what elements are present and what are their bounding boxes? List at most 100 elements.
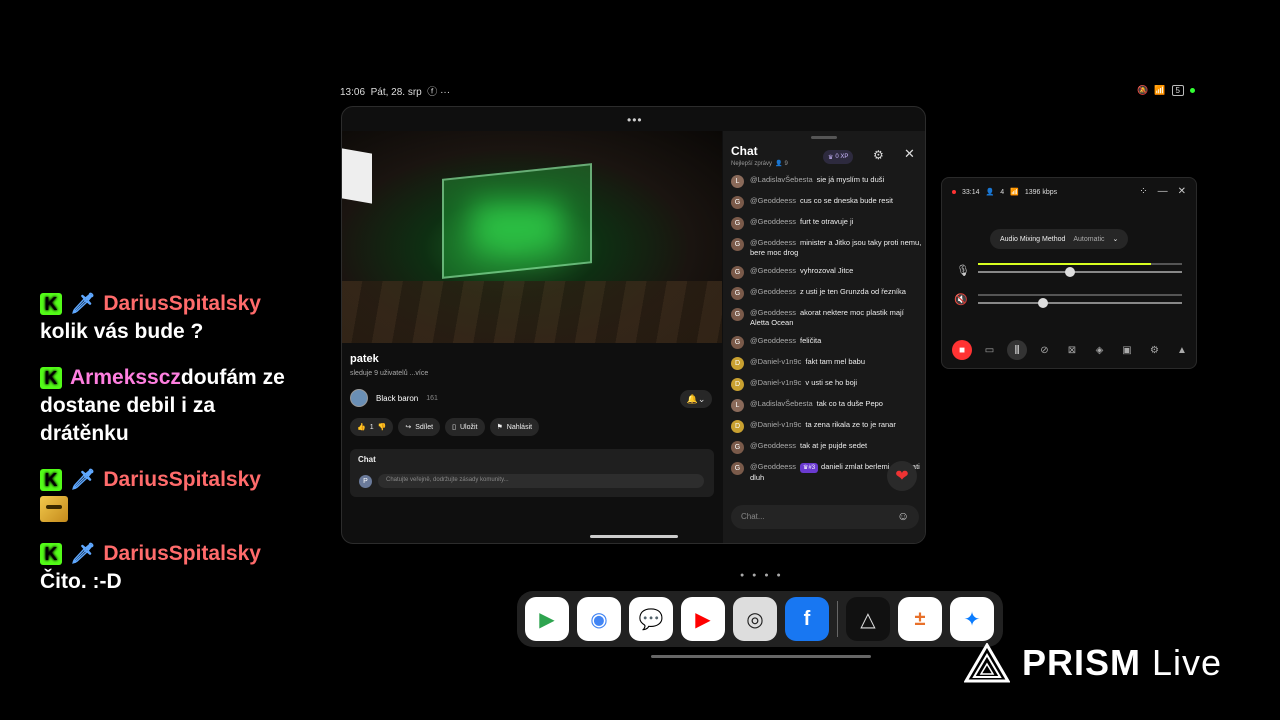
chat-author[interactable]: @Geoddeess xyxy=(750,336,796,345)
chat-author[interactable]: @LadislavŠebesta xyxy=(750,399,813,408)
chat-author[interactable]: @Geoddeess xyxy=(750,266,796,275)
mini-chat-input[interactable]: Chatujte veřejně, dodržujte zásady komun… xyxy=(378,474,704,488)
prism-stats: 33:14 👤 4 📶 1396 kbps xyxy=(952,188,1057,196)
chrome-icon[interactable]: ◉ xyxy=(577,597,621,641)
speaker-volume-knob[interactable] xyxy=(1038,298,1049,308)
window-home-bar[interactable] xyxy=(590,535,678,538)
thumb-down-icon[interactable]: 👎 xyxy=(378,423,387,431)
chat-message[interactable]: G @Geoddeess vyhrozoval Jitce xyxy=(731,266,923,279)
chat-author[interactable]: @Geoddeess xyxy=(750,217,796,226)
chat-message[interactable]: D @Daniel-v1n9c v usti se ho boji xyxy=(731,378,923,391)
chat-text: tak co ta duše Pepo xyxy=(816,399,883,408)
screen-icon[interactable]: ▣ xyxy=(1117,340,1137,360)
settings-icon[interactable]: ⚙ xyxy=(1145,340,1165,360)
chat-message[interactable]: D @Daniel-v1n9c ta zena rikala ze to je ra… xyxy=(731,420,923,433)
chat-avatar[interactable]: G xyxy=(731,287,744,300)
window-handle-icon[interactable]: ••• xyxy=(627,113,643,127)
chat-avatar[interactable]: L xyxy=(731,175,744,188)
minimize-icon[interactable]: — xyxy=(1158,186,1168,197)
chat-avatar[interactable]: G xyxy=(731,462,744,475)
audio-mixer-icon[interactable]: ⫼ xyxy=(1007,340,1027,360)
overlay-chat-username: DariusSpitalsky xyxy=(103,542,261,565)
emoji-icon[interactable]: ☺ xyxy=(897,509,909,523)
chat-message[interactable]: G @Geoddeess akorat nektere moc plastik ma… xyxy=(731,308,923,328)
chat-author[interactable]: @Daniel-v1n9c xyxy=(750,378,801,387)
chat-author[interactable]: @Daniel-v1n9c xyxy=(750,420,801,429)
chat-message[interactable]: L @LadislavŠebesta tak co ta duše Pepo xyxy=(731,399,923,412)
chat-text: v usti se ho boji xyxy=(805,378,858,387)
chat-author[interactable]: @Geoddeess xyxy=(750,196,796,205)
mic-volume-slider[interactable] xyxy=(978,267,1182,277)
video-views[interactable]: sleduje 9 uživatelů ...více xyxy=(350,370,428,377)
mic-icon[interactable]: 🎙 xyxy=(956,264,970,277)
chat-author[interactable]: @LadislavŠebesta xyxy=(750,175,813,184)
chat-author[interactable]: @Daniel-v1n9c xyxy=(750,357,801,366)
video-more-link[interactable]: ...více xyxy=(410,370,429,377)
speaker-muted-icon[interactable]: 🔇 xyxy=(954,293,968,306)
chat-message[interactable]: G @Geoddeess feličita xyxy=(731,336,923,349)
xp-badge[interactable]: ♛ 0 XP xyxy=(823,150,854,164)
action-bar: 👍 1 👎 ↪ Sdílet ▯ Uložit ⚑ Nahlásit xyxy=(350,418,540,436)
like-button[interactable]: 👍 1 👎 xyxy=(350,418,394,436)
prism-app-icon[interactable]: ▲ xyxy=(1172,340,1192,360)
chat-author[interactable]: @Geoddeess xyxy=(750,462,796,471)
close-icon[interactable]: ✕ xyxy=(904,146,915,162)
speaker-volume-slider[interactable] xyxy=(978,298,1182,308)
chat-author[interactable]: @Geoddeess xyxy=(750,287,796,296)
chat-avatar[interactable]: G xyxy=(731,308,744,321)
mic-volume-knob[interactable] xyxy=(1064,267,1075,277)
chat-author[interactable]: @Geoddeess xyxy=(750,238,796,247)
chat-author[interactable]: @Geoddeess xyxy=(750,308,796,317)
chat-grab-handle[interactable] xyxy=(811,136,837,139)
filter-icon[interactable]: ◈ xyxy=(1090,340,1110,360)
save-button[interactable]: ▯ Uložit xyxy=(445,418,485,436)
channel-name[interactable]: Black baron xyxy=(376,394,418,403)
chat-message[interactable]: L @LadislavŠebesta sie já myslím tu duši xyxy=(731,175,923,188)
channel-avatar[interactable] xyxy=(350,389,368,407)
heart-reaction-button[interactable]: ❤ xyxy=(887,461,917,491)
chat-avatar[interactable]: G xyxy=(731,196,744,209)
chat-message[interactable]: G @Geoddeess z usti je ten Grunzda od řezn… xyxy=(731,287,923,300)
chat-avatar[interactable]: G xyxy=(731,441,744,454)
messenger-icon[interactable]: ✦ xyxy=(950,597,994,641)
prism-icon[interactable]: △ xyxy=(846,597,890,641)
chat-avatar[interactable]: G xyxy=(731,217,744,230)
chat-avatar[interactable]: D xyxy=(731,357,744,370)
grid-icon[interactable]: ⁘ xyxy=(1139,186,1147,197)
share-button[interactable]: ↪ Sdílet xyxy=(398,418,441,436)
video-player[interactable] xyxy=(342,131,722,343)
audio-mixing-dropdown[interactable]: Audio Mixing Method Automatic ⌄ xyxy=(990,229,1129,249)
channel-row[interactable]: Black baron 161 xyxy=(350,389,438,407)
chat-message[interactable]: G @Geoddeess furt te otravuje ji xyxy=(731,217,923,230)
facebook-icon[interactable]: f xyxy=(785,597,829,641)
youtube-icon[interactable]: ▶ xyxy=(681,597,725,641)
camera-off-icon[interactable]: ⊘ xyxy=(1035,340,1055,360)
chat-author[interactable]: @Geoddeess xyxy=(750,441,796,450)
mini-chat-card[interactable]: Chat P Chatujte veřejně, dodržujte zásad… xyxy=(350,449,714,497)
video-off-icon[interactable]: ⊠ xyxy=(1062,340,1082,360)
chat-avatar[interactable]: D xyxy=(731,420,744,433)
chat-input[interactable]: Chat... xyxy=(731,505,919,529)
chat-message[interactable]: G @Geoddeess cus co se dneska bude resit xyxy=(731,196,923,209)
camera-icon[interactable]: ◎ xyxy=(733,597,777,641)
chat-avatar[interactable]: G xyxy=(731,238,744,251)
chat-message[interactable]: D @Daniel-v1n9c fakt tam mel babu xyxy=(731,357,923,370)
chat-avatar[interactable]: D xyxy=(731,378,744,391)
home-bar[interactable] xyxy=(651,655,871,658)
chat-avatar[interactable]: L xyxy=(731,399,744,412)
chat-avatar[interactable]: G xyxy=(731,266,744,279)
chat-subtitle[interactable]: Nejlepší zprávy 👤 9 xyxy=(731,160,788,167)
close-icon[interactable]: ✕ xyxy=(1178,186,1186,197)
chat-message[interactable]: G @Geoddeess tak at je pujde sedet xyxy=(731,441,923,454)
report-button[interactable]: ⚑ Nahlásit xyxy=(489,418,540,436)
play-store-icon[interactable]: ▶ xyxy=(525,597,569,641)
stop-stream-button[interactable]: ■ xyxy=(952,340,972,360)
chat-message[interactable]: G @Geoddeess minister a Jitko jsou taky pr… xyxy=(731,238,923,258)
tune-icon[interactable]: ⚙ xyxy=(873,148,884,162)
chat-icon[interactable]: ▭ xyxy=(980,340,1000,360)
messages-icon[interactable]: 💬 xyxy=(629,597,673,641)
notification-bell-button[interactable]: 🔔 ⌄ xyxy=(680,390,712,408)
chat-message-list[interactable]: L @LadislavŠebesta sie já myslím tu duši G @… xyxy=(731,175,923,491)
chat-avatar[interactable]: G xyxy=(731,336,744,349)
calculator-icon[interactable]: ± xyxy=(898,597,942,641)
